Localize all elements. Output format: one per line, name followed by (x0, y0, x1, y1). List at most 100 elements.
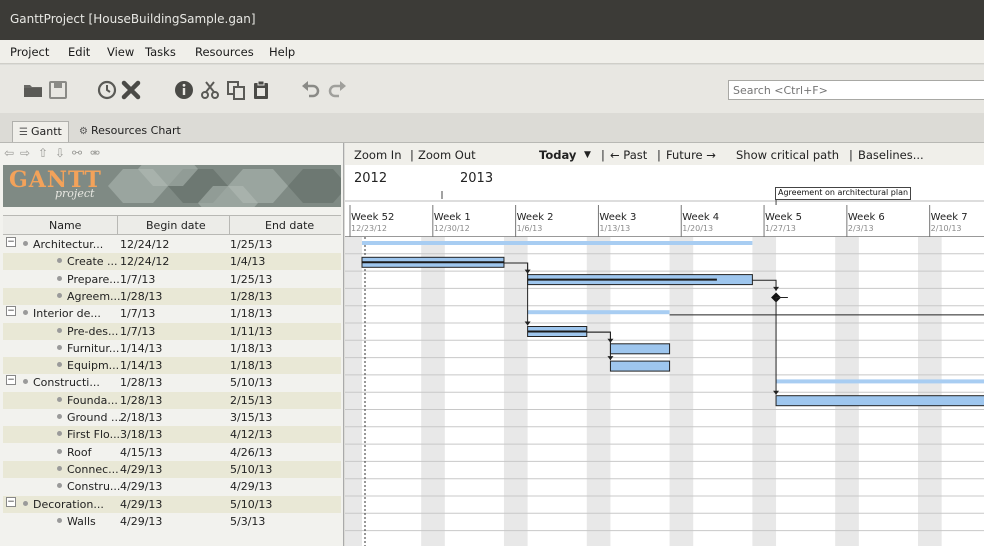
task-end-date: 1/18/13 (230, 359, 273, 373)
task-row[interactable]: Equipm... 1/14/13 1/18/13 (3, 357, 341, 375)
task-begin-date: 1/7/13 (120, 324, 156, 338)
task-bullet-icon (23, 379, 28, 385)
week-start-date: 1/20/13 (682, 224, 714, 233)
column-end-date[interactable]: End date (265, 219, 314, 232)
task-row[interactable]: Agreem... 1/28/13 1/28/13 (3, 287, 341, 305)
task-group-row[interactable]: − Constructi... 1/28/13 5/10/13 (3, 374, 341, 391)
week-label: Week 52 (351, 212, 395, 223)
menu-bar: Project Edit View Tasks Resources Help (0, 40, 984, 64)
task-row[interactable]: Constru... 4/29/13 4/29/13 (3, 478, 341, 495)
task-bullet-icon (57, 275, 62, 281)
today-button[interactable]: Today (539, 148, 576, 162)
task-row[interactable]: Ground ... 2/18/13 3/15/13 (3, 409, 341, 426)
task-bullet-icon (57, 362, 62, 368)
open-folder-icon[interactable] (23, 80, 43, 100)
column-name[interactable]: Name (49, 219, 81, 232)
paste-clipboard-icon[interactable] (251, 80, 271, 100)
history-clock-icon[interactable] (97, 80, 117, 100)
task-group-row[interactable]: − Architectur... 12/24/12 1/25/13 (3, 236, 341, 253)
weekend-column (918, 237, 942, 546)
redo-icon[interactable] (328, 80, 348, 100)
task-begin-date: 12/24/12 (120, 255, 170, 269)
future-link[interactable]: Future → (666, 148, 716, 162)
tab-gantt-label: Gantt (30, 125, 62, 138)
menu-resources[interactable]: Resources (195, 45, 254, 59)
week-start-date: 1/6/13 (516, 224, 543, 233)
today-dropdown-icon[interactable]: ▼ (584, 150, 591, 160)
task-row[interactable]: Founda... 1/28/13 2/15/13 (3, 391, 341, 409)
tab-resources-chart[interactable]: ⚙ Resources Chart (73, 121, 187, 142)
task-end-date: 1/18/13 (230, 307, 273, 321)
copy-icon[interactable] (226, 80, 246, 100)
task-tree-panel: ⇦ ⇨ ⇧ ⇩ ⚯ ⚮ GANTT project Name Begin dat… (0, 143, 344, 546)
task-row[interactable]: Prepare... 1/7/13 1/25/13 (3, 271, 341, 288)
unindent-arrow-icon[interactable]: ⇦ (4, 146, 14, 160)
task-group-row[interactable]: − Decoration... 4/29/13 5/10/13 (3, 495, 341, 513)
menu-help[interactable]: Help (269, 45, 295, 59)
task-group-row[interactable]: − Interior de... 1/7/13 1/18/13 (3, 305, 341, 322)
zoom-out-link[interactable]: Zoom Out (418, 148, 476, 162)
collapse-toggle-icon[interactable]: − (6, 375, 16, 386)
column-divider[interactable] (117, 216, 118, 235)
task-begin-date: 1/28/13 (120, 289, 163, 303)
task-row[interactable]: Connec... 4/29/13 5/10/13 (3, 460, 341, 478)
task-row[interactable]: Furnitur... 1/14/13 1/18/13 (3, 340, 341, 357)
task-bullet-icon (57, 517, 62, 523)
collapse-toggle-icon[interactable]: − (6, 496, 16, 507)
task-begin-date: 2/18/13 (120, 411, 163, 424)
task-end-date: 1/28/13 (230, 289, 273, 303)
move-up-arrow-icon[interactable]: ⇧ (38, 146, 48, 160)
tab-gantt[interactable]: ☰ Gantt (12, 121, 69, 142)
week-start-date: 12/30/12 (433, 224, 470, 233)
task-end-date: 1/11/13 (230, 324, 273, 338)
weekend-column (835, 237, 859, 546)
indent-arrow-icon[interactable]: ⇨ (20, 146, 30, 160)
menu-view[interactable]: View (107, 45, 134, 59)
baselines-link[interactable]: Baselines... (858, 148, 924, 162)
toolbar-separator: | (849, 148, 853, 162)
collapse-toggle-icon[interactable]: − (6, 306, 16, 317)
menu-edit[interactable]: Edit (68, 45, 90, 59)
week-label: Week 7 (930, 212, 968, 223)
year-label-2013: 2013 (460, 171, 494, 186)
menu-tasks[interactable]: Tasks (145, 45, 176, 59)
task-begin-date: 1/14/13 (120, 359, 163, 373)
task-row[interactable]: Roof 4/15/13 4/26/13 (3, 444, 341, 461)
task-begin-date: 12/24/12 (120, 238, 170, 251)
delete-x-icon[interactable] (121, 80, 141, 100)
task-row[interactable]: Create ... 12/24/12 1/4/13 (3, 253, 341, 271)
week-start-date: 1/13/13 (599, 224, 631, 233)
unlink-tasks-icon[interactable]: ⚮ (90, 146, 100, 160)
task-begin-date: 4/29/13 (120, 462, 163, 476)
week-label: Week 4 (682, 212, 720, 223)
window-title: GanttProject [HouseBuildingSample.gan] (10, 12, 256, 26)
task-bullet-icon (57, 258, 62, 264)
week-label: Week 3 (599, 212, 637, 223)
task-begin-date: 4/15/13 (120, 445, 163, 459)
critical-path-link[interactable]: Show critical path (736, 148, 839, 162)
move-down-arrow-icon[interactable]: ⇩ (55, 146, 65, 160)
search-input[interactable] (728, 80, 984, 100)
column-divider[interactable] (229, 216, 230, 235)
task-row[interactable]: Walls 4/29/13 5/3/13 (3, 513, 341, 530)
task-bullet-icon (57, 465, 62, 471)
cut-scissors-icon[interactable] (200, 80, 220, 100)
gantt-grid[interactable] (345, 237, 984, 546)
column-begin-date[interactable]: Begin date (146, 219, 206, 232)
link-tasks-icon[interactable]: ⚯ (72, 146, 82, 160)
task-row[interactable]: First Flo... 3/18/13 4/12/13 (3, 426, 341, 444)
year-label-2012: 2012 (354, 171, 388, 186)
past-link[interactable]: ← Past (610, 148, 647, 162)
save-icon[interactable] (48, 80, 68, 100)
task-row[interactable]: Pre-des... 1/7/13 1/11/13 (3, 322, 341, 340)
info-icon[interactable] (174, 80, 194, 100)
task-bullet-icon (57, 396, 62, 402)
task-begin-date: 3/18/13 (120, 428, 163, 442)
menu-project[interactable]: Project (10, 45, 49, 59)
collapse-toggle-icon[interactable]: − (6, 237, 16, 247)
undo-icon[interactable] (300, 80, 320, 100)
zoom-in-link[interactable]: Zoom In (354, 148, 402, 162)
task-bar (775, 395, 984, 407)
weekend-column (421, 237, 445, 546)
task-end-date: 5/3/13 (230, 514, 266, 528)
